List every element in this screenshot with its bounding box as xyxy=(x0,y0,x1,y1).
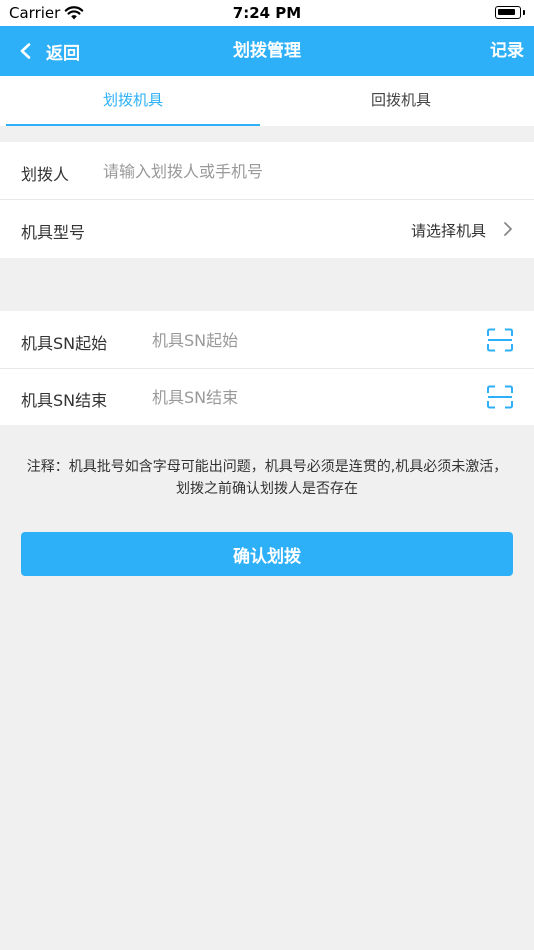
back-chevron-icon xyxy=(20,43,31,59)
confirm-transfer-button[interactable]: 确认划拨 xyxy=(21,532,513,576)
back-button[interactable]: 返回 xyxy=(18,26,80,76)
assignee-label: 划拨人 xyxy=(21,165,70,184)
battery-icon xyxy=(495,6,521,19)
page-title: 划拨管理 xyxy=(233,41,301,61)
sn-start-row: 机具SN起始 xyxy=(0,311,534,368)
nav-bar: 返回 划拨管理 记录 xyxy=(0,26,534,76)
sn-end-row: 机具SN结束 xyxy=(0,369,534,425)
assignee-row: 划拨人 xyxy=(0,142,534,200)
scan-icon[interactable] xyxy=(486,385,514,409)
sn-end-input[interactable] xyxy=(152,385,472,409)
back-label: 返回 xyxy=(46,43,80,64)
records-button[interactable]: 记录 xyxy=(490,26,524,76)
note-text: 注释：机具批号如含字母可能出问题，机具号必须是连贯的,机具必须未激活，划拨之前确… xyxy=(26,459,508,497)
status-time: 7:24 PM xyxy=(232,4,302,22)
tab-transfer-back[interactable]: 回拨机具 xyxy=(274,76,528,126)
assignee-input[interactable] xyxy=(103,159,503,183)
tab-bar: 划拨机具 回拨机具 xyxy=(0,76,534,126)
model-select-value[interactable]: 请选择机具 xyxy=(411,220,486,241)
sn-end-label: 机具SN结束 xyxy=(21,391,108,410)
model-row[interactable]: 机具型号 请选择机具 xyxy=(0,200,534,258)
tab-transfer-out[interactable]: 划拨机具 xyxy=(6,76,260,126)
sn-start-input[interactable] xyxy=(152,328,472,352)
battery-tip xyxy=(523,10,525,15)
sn-start-label: 机具SN起始 xyxy=(21,334,108,353)
status-bar: Carrier 7:24 PM xyxy=(0,0,534,26)
model-label: 机具型号 xyxy=(21,223,86,242)
scan-icon[interactable] xyxy=(486,328,514,352)
chevron-right-icon xyxy=(504,222,512,236)
